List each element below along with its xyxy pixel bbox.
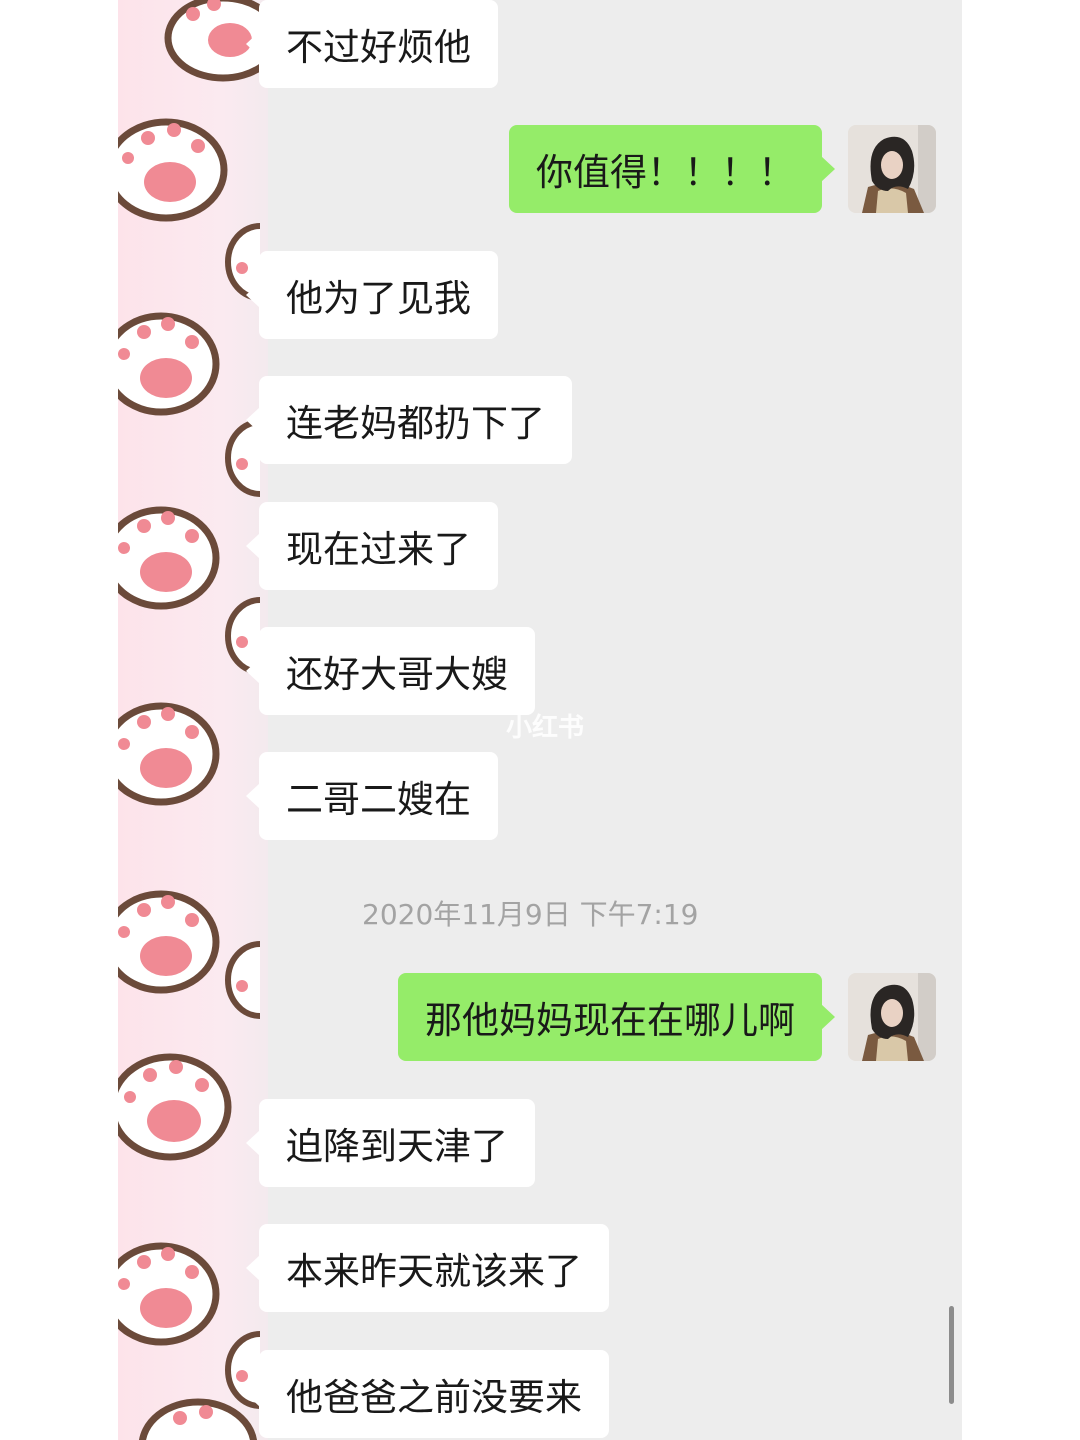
- cat-paw-icon: [118, 890, 220, 994]
- chat-timestamp: 2020年11月9日 下午7:19: [362, 898, 699, 931]
- incoming-message[interactable]: 迫降到天津了: [246, 1099, 535, 1187]
- chat-screen: 不过好烦他 你值得！！！！ 他为了见我 连老妈都扔下了 现在过来了 还好大哥大嫂…: [118, 0, 962, 1440]
- cat-paw-icon: [118, 1053, 232, 1161]
- cat-paw-icon: [118, 312, 220, 416]
- paw-wallpaper: [118, 0, 282, 1440]
- incoming-message[interactable]: 他为了见我: [246, 251, 498, 339]
- incoming-message[interactable]: 不过好烦他: [246, 0, 498, 88]
- incoming-message[interactable]: 本来昨天就该来了: [246, 1224, 609, 1312]
- cat-paw-icon: [118, 118, 228, 222]
- cat-paw-icon: [118, 702, 220, 806]
- outgoing-message[interactable]: 你值得！！！！: [509, 125, 835, 213]
- cat-paw-icon: [118, 1242, 220, 1346]
- incoming-message[interactable]: 现在过来了: [246, 502, 498, 590]
- avatar-portrait-icon: [848, 973, 936, 1061]
- watermark: 小红书: [506, 713, 585, 743]
- cat-paw-icon: [118, 506, 220, 610]
- cat-paw-icon: [225, 941, 260, 1019]
- scrollbar[interactable]: [949, 1306, 954, 1404]
- user-avatar[interactable]: [848, 125, 936, 213]
- user-avatar[interactable]: [848, 973, 936, 1061]
- outgoing-message[interactable]: 那他妈妈现在在哪儿啊: [398, 973, 835, 1061]
- incoming-message[interactable]: 还好大哥大嫂: [246, 627, 535, 715]
- avatar-portrait-icon: [848, 125, 936, 213]
- incoming-message[interactable]: 他爸爸之前没要来: [246, 1350, 609, 1438]
- incoming-message[interactable]: 二哥二嫂在: [246, 752, 498, 840]
- incoming-message[interactable]: 连老妈都扔下了: [246, 376, 572, 464]
